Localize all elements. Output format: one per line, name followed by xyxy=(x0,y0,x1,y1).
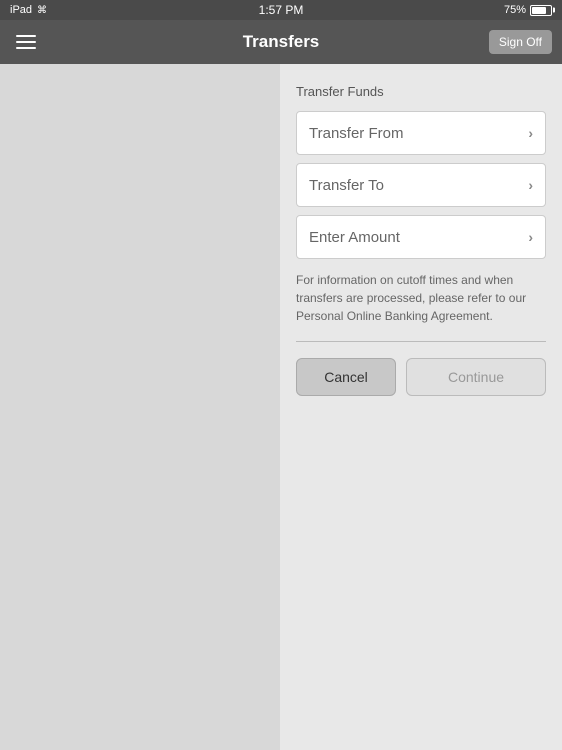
sign-off-button[interactable]: Sign Off xyxy=(489,30,552,54)
transfer-to-row[interactable]: Transfer To › xyxy=(296,163,546,207)
right-panel: Transfer Funds Transfer From › Transfer … xyxy=(280,64,562,750)
chevron-right-icon: › xyxy=(528,125,533,141)
status-time: 1:57 PM xyxy=(259,3,304,17)
device-label: iPad xyxy=(10,4,32,16)
menu-button[interactable] xyxy=(12,31,40,53)
enter-amount-row[interactable]: Enter Amount › xyxy=(296,215,546,259)
page-title: Transfers xyxy=(243,32,320,52)
hamburger-icon xyxy=(16,35,36,37)
enter-amount-label: Enter Amount xyxy=(309,229,400,246)
sidebar-area xyxy=(0,64,280,750)
cancel-button[interactable]: Cancel xyxy=(296,358,396,396)
hamburger-icon xyxy=(16,47,36,49)
transfer-from-row[interactable]: Transfer From › xyxy=(296,111,546,155)
transfer-to-label: Transfer To xyxy=(309,177,384,194)
chevron-right-icon: › xyxy=(528,177,533,193)
main-content: Transfer Funds Transfer From › Transfer … xyxy=(0,64,562,750)
continue-button[interactable]: Continue xyxy=(406,358,546,396)
chevron-right-icon: › xyxy=(528,229,533,245)
battery-percent: 75% xyxy=(504,4,526,16)
status-right: 75% xyxy=(504,4,552,16)
status-bar: iPad ⌘ 1:57 PM 75% xyxy=(0,0,562,20)
wifi-icon: ⌘ xyxy=(37,5,47,16)
buttons-row: Cancel Continue xyxy=(296,358,546,396)
hamburger-icon xyxy=(16,41,36,43)
transfer-from-label: Transfer From xyxy=(309,125,403,142)
nav-bar: Transfers Sign Off xyxy=(0,20,562,64)
divider xyxy=(296,341,546,342)
status-left: iPad ⌘ xyxy=(10,4,47,16)
info-text: For information on cutoff times and when… xyxy=(296,271,546,325)
section-title: Transfer Funds xyxy=(296,84,546,99)
battery-icon xyxy=(530,5,552,16)
